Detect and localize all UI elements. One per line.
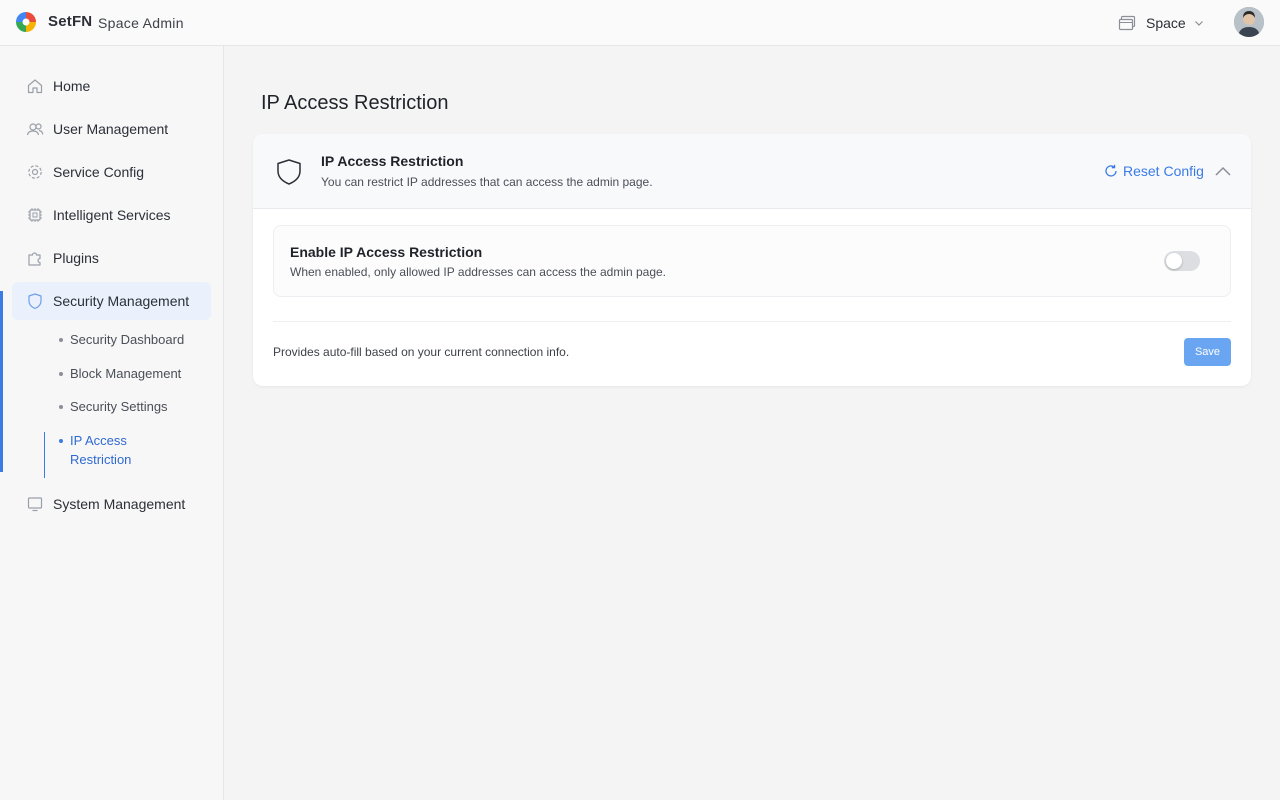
sidebar-item-label: Security Management: [53, 293, 190, 309]
card-header: IP Access Restriction You can restrict I…: [253, 134, 1251, 209]
ip-restriction-card: IP Access Restriction You can restrict I…: [253, 134, 1251, 386]
chip-icon: [26, 206, 44, 224]
space-label: Space: [1146, 15, 1186, 31]
chevron-down-icon: [1194, 21, 1203, 26]
chevron-up-icon[interactable]: [1214, 164, 1232, 178]
brand-subtitle: Space Admin: [98, 15, 184, 31]
sidebar-subitem-label: Security Dashboard: [70, 332, 185, 347]
user-avatar[interactable]: [1234, 7, 1264, 37]
reset-config-button[interactable]: Reset Config: [1104, 163, 1204, 179]
home-icon: [26, 77, 44, 95]
active-section-indicator: [0, 291, 3, 472]
sidebar-item-service-config[interactable]: Service Config: [12, 153, 211, 191]
users-icon: [26, 120, 44, 138]
sidebar-subitem-label: IP Access Restriction: [70, 433, 132, 467]
sidebar-item-label: Service Config: [53, 164, 145, 180]
reset-config-label: Reset Config: [1123, 163, 1204, 179]
sidebar-item-label: Plugins: [53, 250, 99, 266]
toggle-knob: [1166, 253, 1182, 269]
bullet-icon: [59, 405, 63, 409]
sidebar-subitem-label: Block Management: [70, 366, 182, 381]
puzzle-icon: [26, 249, 44, 267]
enable-restriction-row: Enable IP Access Restriction When enable…: [273, 225, 1231, 297]
sidebar-item-security-management[interactable]: Security Management: [12, 282, 211, 320]
sidebar-item-intelligent-services[interactable]: Intelligent Services: [12, 196, 211, 234]
card-description: You can restrict IP addresses that can a…: [321, 175, 653, 189]
enable-restriction-toggle[interactable]: [1164, 251, 1200, 271]
sidebar-subitem-security-dashboard[interactable]: Security Dashboard: [44, 330, 204, 349]
shield-icon: [26, 292, 44, 310]
monitor-icon: [26, 495, 44, 513]
shield-icon: [277, 159, 301, 185]
sidebar-item-label: System Management: [53, 496, 186, 512]
space-selector[interactable]: Space: [1118, 12, 1204, 34]
sidebar-subitem-label: Security Settings: [70, 399, 168, 414]
gear-icon: [26, 163, 44, 181]
save-button[interactable]: Save: [1184, 338, 1231, 366]
divider: [273, 321, 1231, 322]
sidebar-subitem-security-settings[interactable]: Security Settings: [44, 397, 204, 416]
bullet-icon: [59, 338, 63, 342]
sidebar-subitem-block-management[interactable]: Block Management: [44, 364, 204, 383]
toggle-description: When enabled, only allowed IP addresses …: [290, 265, 667, 279]
avatar-image: [1234, 7, 1264, 37]
refresh-icon: [1105, 164, 1117, 177]
bullet-icon: [59, 372, 63, 376]
sidebar-item-home[interactable]: Home: [12, 67, 211, 105]
card-title: IP Access Restriction: [321, 153, 464, 169]
sidebar-item-user-management[interactable]: User Management: [12, 110, 211, 148]
sidebar-item-label: Home: [53, 78, 91, 94]
sidebar-subitem-ip-access-restriction[interactable]: IP Access Restriction: [44, 431, 204, 469]
bullet-icon: [59, 439, 63, 443]
top-header: SetFN Space Admin Space: [0, 0, 1280, 46]
brand-name: SetFN: [48, 13, 93, 30]
toggle-title: Enable IP Access Restriction: [290, 244, 483, 260]
sidebar-item-system-management[interactable]: System Management: [12, 485, 211, 523]
sidebar-item-label: User Management: [53, 121, 169, 137]
sidebar-item-label: Intelligent Services: [53, 207, 171, 223]
page-title: IP Access Restriction: [261, 92, 449, 114]
logo-icon[interactable]: [15, 11, 37, 33]
sidebar: Home User Management Service Config Inte…: [0, 46, 224, 800]
sidebar-item-plugins[interactable]: Plugins: [12, 239, 211, 277]
autofill-note: Provides auto-fill based on your current…: [273, 345, 570, 359]
window-stack-icon: [1118, 15, 1136, 31]
